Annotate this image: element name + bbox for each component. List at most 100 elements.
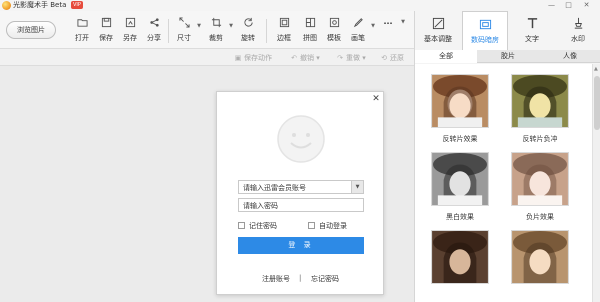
template-button[interactable]: 模板 bbox=[322, 17, 346, 45]
undo-label: 撤销 bbox=[300, 54, 314, 62]
effect-item[interactable]: 反转片负冲 bbox=[511, 74, 569, 144]
share-button[interactable]: 分享 bbox=[142, 17, 166, 45]
effect-category-tabs: 全部 胶片 人像 bbox=[415, 50, 600, 63]
scrollbar-thumb[interactable] bbox=[594, 76, 600, 130]
crop-button[interactable]: 裁剪 ▼ bbox=[204, 17, 233, 45]
effect-thumbnail bbox=[511, 152, 569, 206]
resize-button[interactable]: 尺寸 ▼ bbox=[172, 17, 201, 45]
toolbar-divider bbox=[168, 19, 169, 43]
collage-button[interactable]: 拼图 bbox=[298, 17, 322, 45]
rotate-icon bbox=[243, 17, 253, 27]
effect-label: 负片效果 bbox=[526, 213, 554, 221]
save-as-icon bbox=[125, 17, 135, 28]
scroll-up-icon[interactable]: ▲ bbox=[594, 66, 598, 72]
tab-watermark[interactable]: 水印 bbox=[555, 11, 600, 49]
chevron-down-icon[interactable]: ▼ bbox=[351, 181, 363, 193]
login-button[interactable]: 登 录 bbox=[238, 237, 364, 254]
tab-digital-darkroom-label: 数码暗房 bbox=[471, 36, 499, 44]
effect-thumbnail bbox=[511, 74, 569, 128]
open-icon bbox=[76, 19, 88, 27]
save-as-button[interactable]: 另存 bbox=[118, 17, 142, 45]
collage-label: 拼图 bbox=[303, 34, 317, 42]
more-icon: ... bbox=[383, 17, 393, 26]
brush-button[interactable]: 画笔 ▼ bbox=[346, 17, 375, 45]
effect-item[interactable] bbox=[431, 230, 489, 290]
adjust-icon bbox=[432, 17, 444, 30]
subtab-all[interactable]: 全部 bbox=[415, 50, 477, 63]
tab-watermark-label: 水印 bbox=[571, 35, 585, 43]
forgot-password-link[interactable]: 忘记密码 bbox=[311, 274, 339, 284]
effect-thumbnail bbox=[431, 230, 489, 284]
effect-label: 反转片效果 bbox=[442, 135, 478, 143]
effect-label: 反转片负冲 bbox=[522, 135, 558, 143]
effects-grid: 反转片效果 反转片负冲 黑白效果 负片效果 bbox=[415, 64, 593, 302]
tab-text[interactable]: 文字 bbox=[509, 11, 555, 49]
tab-basic-adjust[interactable]: 基本调整 bbox=[415, 11, 461, 49]
effect-item[interactable]: 负片效果 bbox=[511, 152, 569, 222]
close-button[interactable]: ✕ bbox=[580, 0, 593, 11]
template-label: 模板 bbox=[327, 34, 341, 42]
effects-scrollbar[interactable]: ▲ bbox=[592, 64, 600, 302]
chevron-down-icon[interactable]: ▼ bbox=[401, 19, 405, 25]
auto-login-checkbox[interactable]: 自动登录 bbox=[308, 221, 358, 231]
border-button[interactable]: 边框 bbox=[272, 17, 296, 45]
app-title: 光影魔术手 Beta bbox=[13, 1, 67, 9]
register-link[interactable]: 注册账号 bbox=[262, 274, 290, 284]
collage-icon bbox=[305, 17, 315, 28]
watermark-icon bbox=[574, 17, 582, 29]
chevron-down-icon[interactable]: ▼ bbox=[229, 23, 233, 29]
checkbox-box bbox=[308, 222, 315, 229]
subtab-portrait[interactable]: 人像 bbox=[539, 50, 600, 63]
minimize-button[interactable]: — bbox=[545, 0, 558, 11]
effect-thumbnail bbox=[511, 230, 569, 284]
maximize-button[interactable]: □ bbox=[562, 0, 575, 11]
save-icon bbox=[101, 17, 111, 28]
more-button[interactable]: ... ▼ bbox=[376, 17, 405, 45]
save-button[interactable]: 保存 bbox=[94, 17, 118, 45]
browse-images-button[interactable]: 浏览图片 bbox=[6, 21, 56, 39]
close-icon[interactable]: ✕ bbox=[370, 93, 382, 105]
resize-icon bbox=[178, 17, 190, 28]
subtab-film[interactable]: 胶片 bbox=[477, 50, 539, 63]
link-separator: | bbox=[299, 274, 302, 282]
save-action-button[interactable]: ▣ 保存动作 bbox=[234, 53, 272, 63]
redo-button[interactable]: ↷ 重做 ▾ bbox=[336, 53, 366, 63]
redo-label: 重做 bbox=[346, 54, 360, 62]
redo-icon: ↷ bbox=[337, 54, 343, 62]
vip-badge: VIP bbox=[71, 1, 83, 9]
effect-item[interactable]: 黑白效果 bbox=[431, 152, 489, 222]
save-action-label: 保存动作 bbox=[244, 54, 272, 62]
remember-password-checkbox[interactable]: 记住密码 bbox=[238, 221, 288, 231]
effect-item[interactable] bbox=[511, 230, 569, 290]
share-icon bbox=[149, 18, 159, 27]
chevron-down-icon[interactable]: ▼ bbox=[371, 23, 375, 29]
undo-button[interactable]: ↶ 撤销 ▾ bbox=[290, 53, 320, 63]
effect-item[interactable]: 反转片效果 bbox=[431, 74, 489, 144]
restore-button[interactable]: ⟲ 还原 bbox=[380, 53, 404, 63]
action-row: ▣ 保存动作 ↶ 撤销 ▾ ↷ 重做 ▾ ⟲ 还原 bbox=[0, 49, 414, 66]
open-label: 打开 bbox=[75, 34, 89, 42]
save-action-icon: ▣ bbox=[234, 54, 242, 62]
resize-label: 尺寸 bbox=[177, 34, 191, 42]
restore-label: 还原 bbox=[390, 54, 404, 62]
save-as-label: 另存 bbox=[123, 34, 137, 42]
chevron-down-icon[interactable]: ▼ bbox=[197, 23, 201, 29]
rotate-button[interactable]: 旋转 bbox=[236, 17, 260, 45]
tab-digital-darkroom[interactable]: 数码暗房 bbox=[462, 11, 508, 50]
save-label: 保存 bbox=[99, 34, 113, 42]
open-button[interactable]: 打开 bbox=[70, 17, 94, 45]
account-field[interactable]: 请输入迅雷会员账号 ▼ bbox=[238, 180, 364, 194]
checkbox-box bbox=[238, 222, 245, 229]
crop-label: 裁剪 bbox=[209, 34, 223, 42]
restore-icon: ⟲ bbox=[381, 54, 387, 62]
main-toolbar: 浏览图片 打开 保存 另存 分享 尺寸 ▼ 裁剪 ▼ 旋转 边框 拼图 模板 画… bbox=[0, 11, 414, 49]
effects-panel: 基本调整 数码暗房 文字 水印 全部 胶片 人像 反转片效果 反转片负冲 黑白效… bbox=[414, 11, 600, 302]
undo-icon: ↶ bbox=[291, 54, 297, 62]
account-placeholder: 请输入迅雷会员账号 bbox=[243, 184, 306, 192]
rotate-label: 旋转 bbox=[241, 34, 255, 42]
password-field[interactable]: 请输入密码 bbox=[238, 198, 364, 212]
tab-basic-adjust-label: 基本调整 bbox=[424, 35, 452, 43]
tab-text-label: 文字 bbox=[525, 35, 539, 43]
template-icon bbox=[329, 17, 339, 28]
login-dialog: ✕ 请输入迅雷会员账号 ▼ 请输入密码 记住密码 自动登录 登 录 注册账号 |… bbox=[216, 91, 384, 295]
